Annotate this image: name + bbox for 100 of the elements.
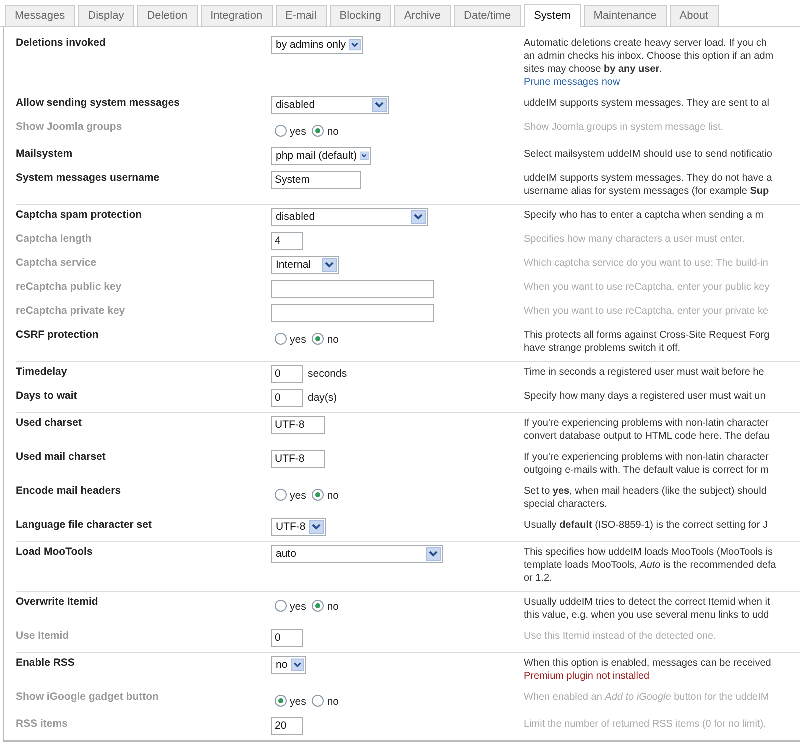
chevron-down-icon <box>322 258 337 272</box>
chevron-down-icon <box>349 38 361 52</box>
chevron-down-icon <box>360 149 369 163</box>
description-text: uddeIM supports system messages. They are sent to al <box>524 97 770 110</box>
description-text: Automatic deletions create heavy server load. If you ch <box>524 37 768 50</box>
text-field[interactable] <box>271 304 434 322</box>
setting-label: Allow sending system messages <box>16 96 181 111</box>
description-text: Usually uddeIM tries to detect the correct Itemid when it <box>524 596 772 609</box>
setting-label: reCaptcha private key <box>16 304 126 319</box>
dropdown[interactable]: disabled <box>271 208 428 226</box>
text-field[interactable]: 0 <box>271 389 303 407</box>
setting-label: Captcha length <box>16 232 93 247</box>
setting-label: Language file character set <box>16 518 153 533</box>
chevron-down-icon <box>426 547 441 561</box>
tab[interactable]: E-mail <box>276 5 327 26</box>
description-text: outgoing e-mails with. The default value is correct for m <box>524 464 770 477</box>
chevron-down-icon <box>309 520 324 534</box>
description-text: When you want to use reCaptcha, enter your private ke <box>524 305 770 318</box>
setting-label: Enable RSS <box>16 656 76 671</box>
tab[interactable]: Integration <box>200 5 273 26</box>
description-text: When this option is enabled, messages can be received <box>524 657 772 670</box>
radio-button[interactable] <box>312 600 324 612</box>
dropdown[interactable]: disabled <box>271 96 389 114</box>
radio-button[interactable] <box>275 488 287 500</box>
radio-button[interactable] <box>275 600 287 612</box>
description-text: Which captcha service do you want to use: The build-in <box>524 257 770 270</box>
chevron-down-icon <box>372 98 387 112</box>
dropdown[interactable]: auto <box>271 545 443 563</box>
warning-text: Premium plugin not installed <box>524 670 651 683</box>
description-text: Select mailsystem uddeIM should use to send notificatio <box>524 148 774 161</box>
prune-link[interactable]: Prune messages now <box>524 76 800 89</box>
description-text: When you want to use reCaptcha, enter your public key <box>524 281 771 294</box>
radio-option[interactable]: yes <box>275 598 306 613</box>
description-text: username alias for system messages (for example Sup <box>524 185 770 198</box>
description-text: template loads MooTools, Auto is the recommended defa <box>524 559 778 572</box>
description-text: Specifies how many characters a user must enter. <box>524 233 746 246</box>
setting-label: Used charset <box>16 416 83 431</box>
text-field[interactable]: UTF-8 <box>271 416 325 434</box>
description-text: Show Joomla groups in system message list. <box>524 121 725 134</box>
radio-option[interactable]: no <box>312 598 340 613</box>
setting-label: Captcha service <box>16 256 98 271</box>
setting-label: Show Joomla groups <box>16 120 124 135</box>
description-text: Usually default (ISO-8859-1) is the correct setting for J <box>524 519 769 532</box>
dropdown[interactable]: UTF-8 <box>271 518 326 536</box>
setting-label: System messages username <box>16 171 161 186</box>
description-text: This specifies how uddeIM loads MooTools (MooTools is <box>524 546 774 559</box>
setting-label: Captcha spam protection <box>16 208 144 223</box>
description-text: sites may choose by any user. <box>524 63 664 76</box>
tab[interactable]: Archive <box>394 5 451 26</box>
setting-label: Timedelay <box>16 365 68 380</box>
description-text: an admin checks his inbox. Choose this option if an adm <box>524 50 775 63</box>
dropdown[interactable]: no <box>271 656 306 674</box>
description-text: When enabled an Add to iGoogle button for the uddeIM <box>524 691 770 704</box>
setting-label: Load MooTools <box>16 545 94 560</box>
description-text: Use this Itemid instead of the detected one. <box>524 630 718 643</box>
unit-label: seconds <box>308 367 348 382</box>
radio-button[interactable] <box>312 488 324 500</box>
description-text: special characters. <box>524 498 608 511</box>
description-text: Time in seconds a registered user must wait before he <box>524 366 766 379</box>
text-field[interactable]: 0 <box>271 365 303 383</box>
description-text: This protects all forms against Cross-Site Request Forg <box>524 329 771 342</box>
unit-label: day(s) <box>308 391 338 406</box>
tab[interactable]: Display <box>78 5 134 26</box>
radio-button[interactable] <box>312 332 324 344</box>
setting-label: Encode mail headers <box>16 484 122 499</box>
setting-label: Mailsystem <box>16 147 74 162</box>
tab[interactable]: About <box>670 5 719 26</box>
setting-label: reCaptcha public key <box>16 280 123 295</box>
description-text: Limit the number of returned RSS items (0 for no limit). <box>524 718 768 731</box>
setting-label: Deletions invoked <box>16 36 107 51</box>
radio-option[interactable]: yes <box>275 487 306 502</box>
text-field[interactable] <box>271 280 434 298</box>
chevron-down-icon <box>411 210 426 224</box>
description-text: Specify how many days a registered user must wait un <box>524 390 767 403</box>
description-text: have strange problems switch it off. <box>524 342 682 355</box>
tab[interactable]: Maintenance <box>584 5 667 26</box>
dropdown[interactable]: by admins only <box>271 36 363 54</box>
chevron-down-icon <box>290 658 304 672</box>
radio-option[interactable]: yes <box>275 331 306 346</box>
text-field[interactable]: System <box>271 171 361 189</box>
description-text: If you're experiencing problems with non-latin character <box>524 417 770 430</box>
dropdown[interactable]: php mail (default) <box>271 147 371 165</box>
description-text: Set to yes, when mail headers (like the subject) should <box>524 485 768 498</box>
radio-option[interactable]: no <box>312 331 340 346</box>
description-text: uddeIM supports system messages. They do not have a <box>524 172 774 185</box>
tab[interactable]: System <box>524 4 581 27</box>
setting-label: Overwrite Itemid <box>16 595 100 610</box>
radio-option[interactable]: no <box>312 487 340 502</box>
description-text: Specify who has to enter a captcha when sending a m <box>524 209 765 222</box>
radio-button[interactable] <box>275 332 287 344</box>
text-field[interactable]: UTF-8 <box>271 450 325 468</box>
description-text: this value, e.g. when you use several menu links to udd <box>524 609 770 622</box>
description-text: convert database output to HTML code here. The defau <box>524 430 771 443</box>
tab[interactable]: Date/time <box>454 5 522 26</box>
tab[interactable]: Blocking <box>330 5 392 26</box>
description-text: If you're experiencing problems with non-latin character <box>524 451 770 464</box>
description-text: or 1.2. <box>524 572 554 585</box>
tab[interactable]: Deletion <box>137 5 198 26</box>
setting-label: Show iGoogle gadget button <box>16 690 160 705</box>
tab[interactable]: Messages <box>5 5 76 26</box>
